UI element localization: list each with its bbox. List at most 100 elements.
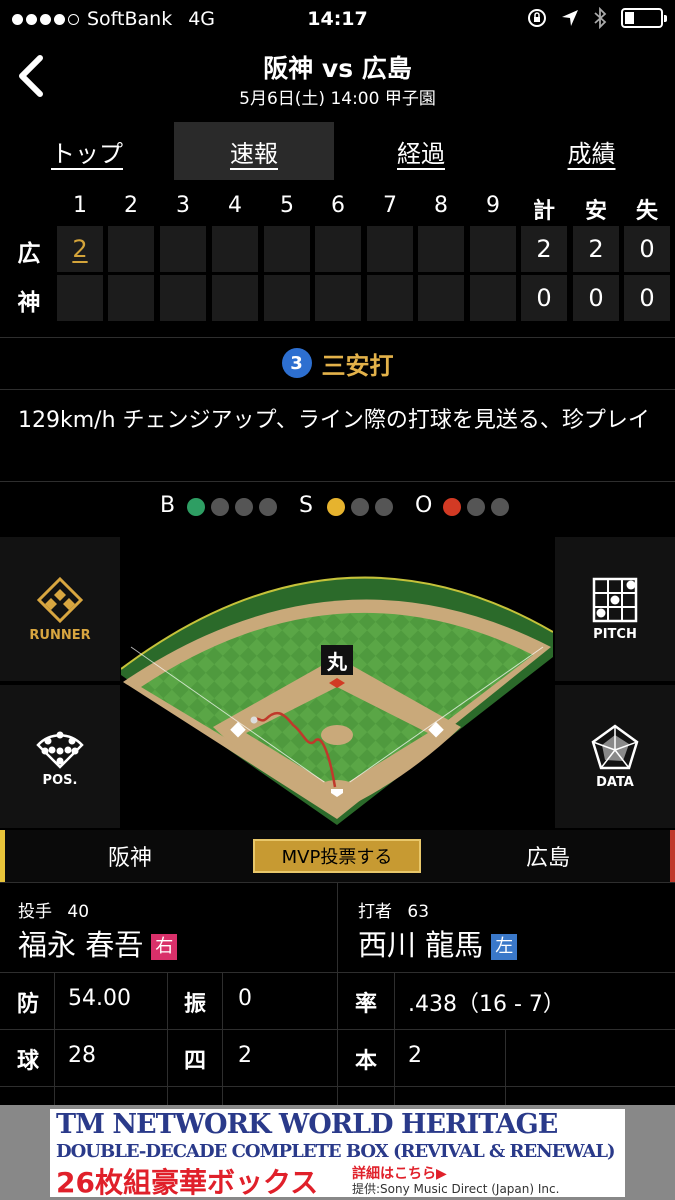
fielder-label: 丸 [327, 649, 347, 674]
pitcher-hand-badge: 右 [151, 934, 178, 960]
runner-button[interactable]: RUNNER [0, 537, 120, 681]
ad-product: 26枚組豪華ボックス [56, 1166, 319, 1197]
game-info: 5月6日(土) 14:00 甲子園 [239, 89, 436, 109]
location-icon [562, 10, 578, 26]
tab-progress[interactable]: 経過 [334, 122, 508, 180]
strike-dot [375, 498, 393, 516]
position-button[interactable]: POS. [0, 685, 120, 828]
inning-score-cell[interactable] [212, 275, 258, 321]
status-bar: SoftBank 4G 14:17 [0, 0, 675, 38]
inning-score-cell[interactable] [264, 226, 310, 272]
ad-subheadline: DOUBLE-DECADE COMPLETE BOX (REVIVAL & RE… [56, 1141, 616, 1162]
team-row-label: 広 [17, 241, 41, 267]
total-header: 計 [532, 199, 555, 224]
ad-banner[interactable]: TM NETWORK WORLD HERITAGE DOUBLE-DECADE … [0, 1105, 675, 1200]
inning-score-cell[interactable] [160, 275, 206, 321]
batter-number: 63 [407, 902, 430, 922]
inning-score-cell[interactable] [57, 275, 103, 321]
away-team-label: 広島 [525, 846, 570, 871]
batter-stat-value: .438（16 - 7） [408, 992, 565, 1017]
play-result-text: 三安打 [321, 351, 394, 380]
ad-sponsor: 提供:Sony Music Direct (Japan) Inc. [352, 1182, 560, 1196]
inning-score-cell[interactable] [264, 275, 310, 321]
inning-score-cell[interactable] [212, 226, 258, 272]
inning-header: 1 [73, 193, 87, 218]
baseball-field: 丸 [120, 537, 554, 827]
pitcher-number: 40 [67, 902, 90, 922]
ball-dot [259, 498, 277, 516]
batter-stat-value: 2 [408, 1043, 422, 1068]
pitcher-stat-key: 四 [183, 1049, 206, 1074]
pitcher-name: 福永 春吾 [18, 928, 144, 962]
pitcher-stat-value: 28 [68, 1043, 96, 1068]
ball-dot [211, 498, 229, 516]
home-team-label: 阪神 [107, 846, 152, 871]
data-button[interactable]: DATA [555, 685, 675, 828]
inning-header: 3 [176, 193, 190, 218]
ad-headline: TM NETWORK WORLD HERITAGE [56, 1109, 558, 1140]
pitcher-stat-value: 0 [238, 986, 252, 1011]
batter-stat-key: 率 [354, 992, 377, 1017]
radar-chart-icon [591, 724, 639, 770]
bluetooth-icon [594, 7, 607, 29]
pitcher-stat-key: 防 [16, 992, 39, 1017]
tab-live[interactable]: 速報 [174, 122, 334, 180]
ball-count: B S O [0, 493, 675, 523]
runner-diamond-icon [36, 576, 84, 623]
inning-score-cell[interactable] [315, 226, 361, 272]
total-cell: 0 [573, 275, 619, 321]
strike-dot [351, 498, 369, 516]
play-result: 3 三安打 [0, 338, 675, 388]
inning-score-cell[interactable] [108, 226, 154, 272]
inning-score-cell[interactable] [108, 275, 154, 321]
balls-label: B [160, 493, 176, 518]
teams-bar: 阪神 MVP投票する 広島 [0, 830, 675, 882]
page-title: 阪神 vs 広島 [263, 54, 412, 83]
inning-score-cell[interactable] [418, 275, 464, 321]
batter-name: 西川 龍馬 [358, 928, 484, 962]
pitcher-stat-value: 54.00 [68, 986, 131, 1011]
inning-score-cell[interactable] [160, 226, 206, 272]
ball-dot [187, 498, 205, 516]
inning-header: 5 [280, 193, 294, 218]
inning-header: 8 [434, 193, 448, 218]
inning-score-cell[interactable] [367, 275, 413, 321]
out-dot [443, 498, 461, 516]
inning-score-cell[interactable] [470, 275, 516, 321]
strike-dot [327, 498, 345, 516]
total-cell: 0 [521, 275, 567, 321]
pitch-grid-icon [592, 577, 638, 622]
total-cell: 2 [521, 226, 567, 272]
outs-label: O [415, 493, 433, 518]
strikes-label: S [299, 493, 313, 518]
play-description: 129km/h チェンジアップ、ライン際の打球を見送る、珍プレイ [18, 408, 650, 433]
batter-role: 打者 [358, 902, 392, 922]
total-cell: 0 [624, 226, 670, 272]
inning-header: 9 [486, 193, 500, 218]
inning-score-cell[interactable]: 2 [57, 226, 103, 272]
pitcher-role: 投手 [18, 902, 52, 922]
inning-score-cell[interactable] [470, 226, 516, 272]
out-dot [491, 498, 509, 516]
tab-stats[interactable]: 成績 [508, 122, 675, 180]
tab-bar: トップ 速報 経過 成績 [0, 122, 675, 180]
inning-header: 2 [124, 193, 138, 218]
tab-top[interactable]: トップ [0, 122, 174, 180]
total-header: 失 [635, 199, 658, 224]
inning-score-cell[interactable] [367, 226, 413, 272]
inning-header: 7 [383, 193, 397, 218]
inning-score-cell[interactable] [315, 275, 361, 321]
inning-header: 6 [331, 193, 345, 218]
total-cell: 0 [624, 275, 670, 321]
mvp-vote-button[interactable]: MVP投票する [253, 839, 421, 873]
play-number-badge: 3 [281, 348, 312, 378]
team-row-label: 神 [17, 290, 41, 316]
batter-stat-key: 本 [354, 1049, 377, 1074]
inning-score-cell[interactable] [418, 226, 464, 272]
total-header: 安 [584, 199, 607, 224]
pitcher-stat-value: 2 [238, 1043, 252, 1068]
positions-icon [36, 731, 84, 769]
pitch-button[interactable]: PITCH [555, 537, 675, 681]
ball-dot [235, 498, 253, 516]
total-cell: 2 [573, 226, 619, 272]
